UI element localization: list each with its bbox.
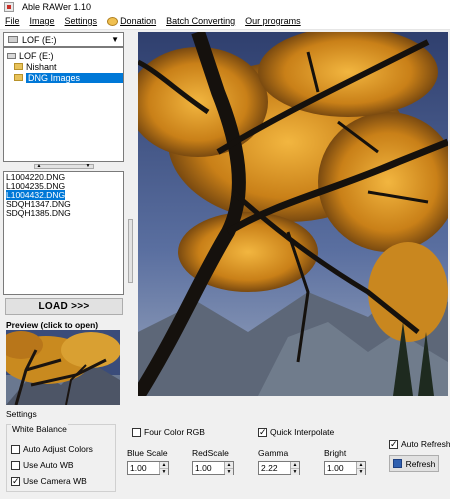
refresh-button-label: Refresh [405,458,436,469]
spinner-arrows[interactable]: ▲ ▼ [356,462,365,475]
red-scale-control: RedScale 1.00 ▲ ▼ [192,448,234,475]
red-scale-spinner[interactable]: 1.00 ▲ ▼ [192,461,234,475]
checkbox-box[interactable] [11,460,20,470]
drive-icon [7,52,16,59]
spinner-arrows[interactable]: ▲ ▼ [290,462,299,475]
tree-item-label: Nishant [26,61,57,72]
bright-label: Bright [324,448,347,458]
checkbox-box[interactable] [258,426,267,438]
menu-batch-label: Batch Converting [166,16,236,26]
menu-image[interactable]: Image [25,16,60,26]
checkbox-label: Use Auto WB [23,460,74,470]
arrow-up-icon: ▲ [36,163,42,169]
main-photo [138,32,448,396]
spinner-arrows[interactable]: ▲ ▼ [159,462,168,475]
drive-select[interactable]: LOF (E:) ▼ [3,32,124,47]
use-auto-wb-checkbox[interactable]: Use Auto WB [11,460,74,470]
tree-item-dng-images[interactable]: DNG Images [14,72,123,83]
checkbox-label: Use Camera WB [23,476,87,486]
refresh-button[interactable]: Refresh [389,455,439,472]
arrow-down-icon[interactable]: ▼ [225,468,233,475]
settings-caption: Settings [6,409,37,419]
blue-scale-spinner[interactable]: 1.00 ▲ ▼ [127,461,169,475]
app-icon [4,1,14,12]
refresh-icon [392,459,402,468]
checkbox-box[interactable] [132,427,141,437]
folder-tree[interactable]: LOF (E:) Nishant DNG Images [3,47,124,162]
blue-scale-control: Blue Scale 1.00 ▲ ▼ [127,448,169,475]
checkbox-label: Auto Adjust Colors [23,444,93,454]
file-list-item[interactable]: SDQH1385.DNG [4,209,123,218]
checkbox-label: Auto Refresh [401,439,450,449]
gamma-spinner[interactable]: 2.22 ▲ ▼ [258,461,300,475]
tree-item-label: LOF (E:) [19,50,54,61]
preview-image[interactable] [6,330,120,405]
gamma-label: Gamma [258,448,289,458]
gamma-control: Gamma 2.22 ▲ ▼ [258,448,300,475]
horizontal-splitter[interactable]: ▲ ▼ [3,162,124,170]
checkbox-label: Quick Interpolate [270,427,335,437]
menu-file-label: File [5,16,20,26]
menu-file[interactable]: File [0,16,25,26]
menu-our-programs[interactable]: Our programs [240,16,306,26]
menu-donation-label: Donation [120,16,157,26]
menu-donation[interactable]: Donation [102,16,161,26]
arrow-down-icon[interactable]: ▼ [291,468,299,475]
load-button[interactable]: LOAD >>> [5,298,123,315]
bright-control: Bright 1.00 ▲ ▼ [324,448,366,475]
white-balance-title: White Balance [11,424,68,434]
preview-label: Preview (click to open) [6,320,99,330]
menu-image-label: Image [29,16,55,26]
quick-interpolate-checkbox[interactable]: Quick Interpolate [258,426,335,438]
white-balance-group: White Balance Auto Adjust Colors Use Aut… [6,424,116,492]
vertical-splitter[interactable] [127,32,135,406]
arrow-down-icon[interactable]: ▼ [160,468,168,475]
window-title: Able RAWer 1.10 [22,1,92,12]
splitter-grip[interactable]: ▲ ▼ [33,163,94,169]
chevron-down-icon[interactable]: ▼ [111,35,119,44]
blue-scale-label: Blue Scale [127,448,168,458]
menu-settings[interactable]: Settings [60,16,103,26]
tree-item-label: DNG Images [26,72,123,83]
checkbox-box[interactable] [11,475,20,487]
bright-value[interactable]: 1.00 [325,462,356,474]
drive-select-value: LOF (E:) [22,34,57,45]
tree-item-nishant[interactable]: Nishant [14,61,57,72]
red-scale-value[interactable]: 1.00 [193,462,224,474]
red-scale-label: RedScale [192,448,229,458]
donation-icon [107,16,119,26]
auto-refresh-checkbox[interactable]: Auto Refresh [389,438,450,450]
menu-programs-label: Our programs [245,16,301,26]
arrow-down-icon: ▼ [85,163,91,169]
menu-bar: File Image Settings Donation Batch Conve… [0,13,450,30]
gamma-value[interactable]: 2.22 [259,462,290,474]
menu-batch-converting[interactable]: Batch Converting [161,16,240,26]
four-color-rgb-checkbox[interactable]: Four Color RGB [132,427,205,437]
spinner-arrows[interactable]: ▲ ▼ [224,462,233,475]
bright-spinner[interactable]: 1.00 ▲ ▼ [324,461,366,475]
folder-icon [14,63,23,70]
auto-adjust-colors-checkbox[interactable]: Auto Adjust Colors [11,444,93,454]
file-list[interactable]: L1004220.DNG L1004235.DNG L1004432.DNG S… [3,171,124,295]
title-bar: Able RAWer 1.10 [0,0,450,13]
blue-scale-value[interactable]: 1.00 [128,462,159,474]
use-camera-wb-checkbox[interactable]: Use Camera WB [11,475,87,487]
arrow-down-icon[interactable]: ▼ [357,468,365,475]
checkbox-box[interactable] [389,438,398,450]
splitter-grip[interactable] [128,219,133,283]
image-viewport[interactable] [138,32,448,396]
checkbox-label: Four Color RGB [144,427,205,437]
preview-photo [6,330,120,405]
menu-settings-label: Settings [64,16,98,26]
folder-icon [14,74,23,81]
file-name: SDQH1385.DNG [6,208,71,218]
drive-icon [8,36,18,43]
checkbox-box[interactable] [11,444,20,454]
tree-item-drive[interactable]: LOF (E:) [7,50,54,61]
